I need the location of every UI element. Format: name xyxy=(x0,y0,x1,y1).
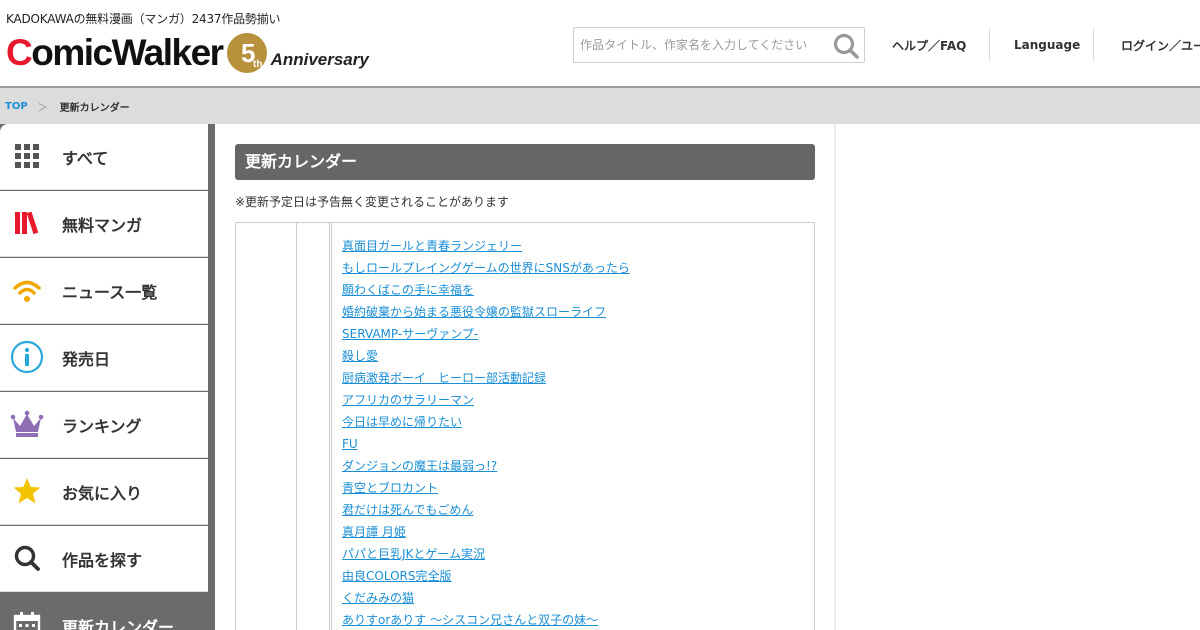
search-button[interactable] xyxy=(832,32,860,60)
login-link[interactable]: ログイン／ユー xyxy=(1121,28,1200,62)
title-link[interactable]: 真月譚 月姫 xyxy=(342,525,406,539)
calendar-day-column xyxy=(297,223,332,630)
star-icon xyxy=(10,474,44,508)
sidebar-item-free-manga[interactable]: 無料マンガ xyxy=(0,191,208,257)
main-content: 更新カレンダー ※更新予定日は予告無く変更されることがあります 真面目ガールと青… xyxy=(215,124,836,630)
list-item: 殺し愛 xyxy=(342,345,630,367)
sidebar-item-favorites[interactable]: お気に入り xyxy=(0,459,208,525)
language-link[interactable]: Language xyxy=(1014,28,1080,62)
title-link[interactable]: パパと巨乳JKとゲーム実況 xyxy=(342,547,485,561)
books-icon xyxy=(10,206,44,240)
list-item: くだみみの猫 xyxy=(342,587,630,609)
nav-divider xyxy=(1093,28,1094,61)
list-item: FU xyxy=(342,433,630,455)
breadcrumb-top-link[interactable]: TOP xyxy=(5,101,28,112)
title-link[interactable]: 青空とブロカント xyxy=(342,481,438,495)
title-link[interactable]: 君だけは死んでもごめん xyxy=(342,503,473,517)
sidebar-item-label: ランキング xyxy=(62,416,142,436)
title-link[interactable]: ありすorありす ～シスコン兄さんと双子の妹～ xyxy=(342,613,598,627)
search-icon xyxy=(833,33,859,59)
anniversary-badge: 5 th xyxy=(225,31,269,75)
sidebar-item-release-date[interactable]: 発売日 xyxy=(0,325,208,391)
wifi-icon xyxy=(10,273,44,307)
list-item: SERVAMP-サーヴァンプ- xyxy=(342,323,630,345)
title-link[interactable]: 殺し愛 xyxy=(342,349,378,363)
nav-divider xyxy=(989,28,990,61)
schedule-notice: ※更新予定日は予告無く変更されることがあります xyxy=(235,195,510,209)
site-tagline: KADOKAWAの無料漫画（マンガ）2437作品勢揃い xyxy=(6,12,281,26)
list-item: もしロールプレイングゲームの世界にSNSがあったら xyxy=(342,257,630,279)
sidebar-item-search[interactable]: 作品を探す xyxy=(0,526,208,592)
search-icon xyxy=(10,541,44,575)
sidebar-item-label: ニュース一覧 xyxy=(62,282,158,302)
anniversary-text: Anniversary xyxy=(270,50,369,69)
calendar-icon xyxy=(10,608,44,630)
title-link[interactable]: 真面目ガールと青春ランジェリー xyxy=(342,239,522,253)
list-item: 真面目ガールと青春ランジェリー xyxy=(342,235,630,257)
page-title: 更新カレンダー xyxy=(235,144,815,180)
list-item: ありすorありす ～シスコン兄さんと双子の妹～ xyxy=(342,609,630,630)
calendar-date-column xyxy=(236,223,297,630)
sidebar-item-all[interactable]: すべて xyxy=(0,124,208,190)
breadcrumb-current: 更新カレンダー xyxy=(59,102,130,114)
sidebar-item-label: 更新カレンダー xyxy=(62,618,175,630)
calendar-table: 真面目ガールと青春ランジェリー もしロールプレイングゲームの世界にSNSがあった… xyxy=(235,222,815,630)
title-link[interactable]: ダンジョンの魔王は最弱っ!? xyxy=(342,459,497,473)
sidebar-item-label: 無料マンガ xyxy=(62,215,143,235)
site-header: KADOKAWAの無料漫画（マンガ）2437作品勢揃い ComicWalker … xyxy=(0,0,1200,86)
sidebar: すべて 無料マンガ ニュース一覧 発売日 ランキング お気に入り 作品を探す 更… xyxy=(0,124,215,630)
help-faq-link[interactable]: ヘルプ／FAQ xyxy=(892,28,966,62)
list-item: 由良COLORS完全版 xyxy=(342,565,630,587)
list-item: 青空とブロカント xyxy=(342,477,630,499)
list-item: 婚約破棄から始まる悪役令嬢の監獄スローライフ xyxy=(342,301,630,323)
sidebar-item-label: 作品を探す xyxy=(62,550,143,570)
title-link[interactable]: 由良COLORS完全版 xyxy=(342,569,451,583)
title-link[interactable]: 婚約破棄から始まる悪役令嬢の監獄スローライフ xyxy=(342,305,606,319)
list-item: 今日は早めに帰りたい xyxy=(342,411,630,433)
title-link[interactable]: 願わくばこの手に幸福を xyxy=(342,283,474,297)
site-logo[interactable]: ComicWalker 5 th Anniversary xyxy=(6,30,369,76)
sidebar-item-label: すべて xyxy=(62,148,109,168)
svg-text:th: th xyxy=(253,59,262,70)
list-item: ダンジョンの魔王は最弱っ!? xyxy=(342,455,630,477)
title-link[interactable]: 今日は早めに帰りたい xyxy=(342,415,462,429)
title-link[interactable]: アフリカのサラリーマン xyxy=(342,393,474,407)
list-item: アフリカのサラリーマン xyxy=(342,389,630,411)
list-item: 君だけは死んでもごめん xyxy=(342,499,630,521)
sidebar-item-label: 発売日 xyxy=(62,349,111,369)
list-item: 厨病激発ボーイ ヒーロー部活動記録 xyxy=(342,367,630,389)
list-item: パパと巨乳JKとゲーム実況 xyxy=(342,543,630,565)
title-link[interactable]: SERVAMP-サーヴァンプ- xyxy=(342,327,478,341)
info-icon xyxy=(10,340,44,374)
list-item: 真月譚 月姫 xyxy=(342,521,630,543)
search-input[interactable] xyxy=(574,28,824,62)
grid-icon xyxy=(10,139,44,173)
title-link[interactable]: くだみみの猫 xyxy=(342,591,414,605)
sidebar-item-ranking[interactable]: ランキング xyxy=(0,392,208,458)
logo-text: ComicWalker xyxy=(6,32,224,73)
breadcrumb-separator: ＞ xyxy=(37,102,48,114)
title-link[interactable]: FU xyxy=(342,437,358,451)
sidebar-item-news[interactable]: ニュース一覧 xyxy=(0,258,208,324)
breadcrumb: TOP ＞ 更新カレンダー xyxy=(0,88,1200,124)
sidebar-item-calendar[interactable]: 更新カレンダー xyxy=(0,593,208,630)
crown-icon xyxy=(10,407,44,441)
search-box xyxy=(573,27,865,63)
title-link[interactable]: もしロールプレイングゲームの世界にSNSがあったら xyxy=(342,261,630,275)
list-item: 願わくばこの手に幸福を xyxy=(342,279,630,301)
calendar-title-list: 真面目ガールと青春ランジェリー もしロールプレイングゲームの世界にSNSがあった… xyxy=(342,235,630,630)
title-link[interactable]: 厨病激発ボーイ ヒーロー部活動記録 xyxy=(342,371,546,385)
sidebar-item-label: お気に入り xyxy=(62,483,143,503)
